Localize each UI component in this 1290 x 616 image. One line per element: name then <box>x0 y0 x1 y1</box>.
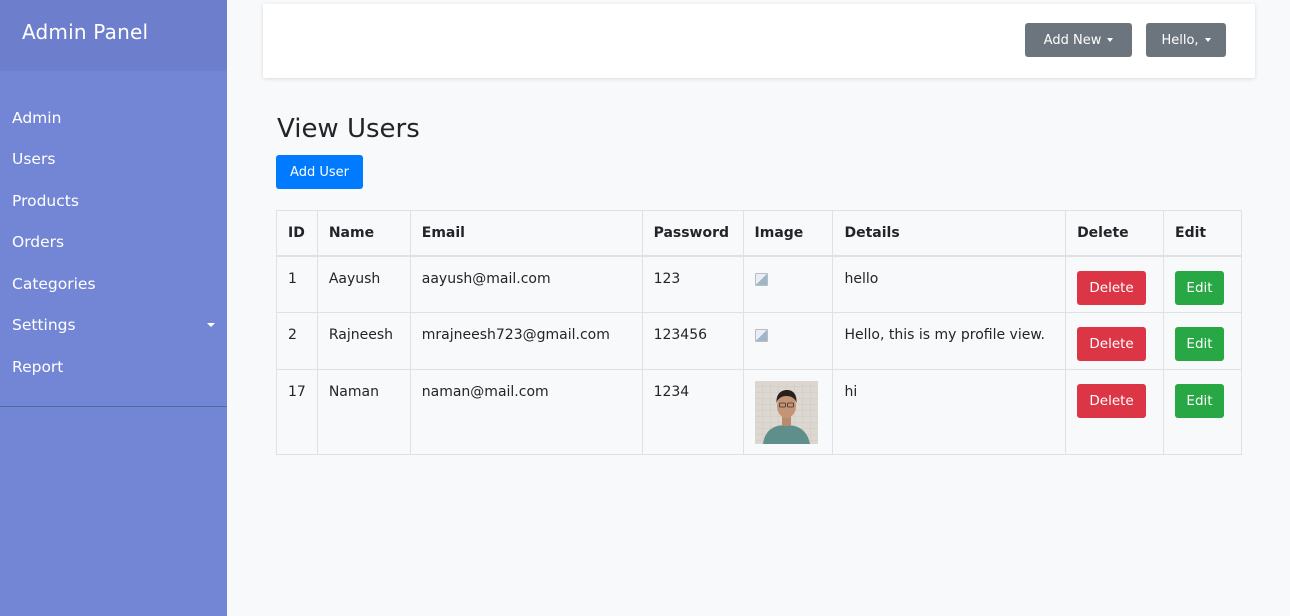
sidebar-menu: Admin Users Products Orders Categories S… <box>0 71 227 407</box>
caret-down-icon <box>207 323 215 328</box>
sidebar-item-label: Report <box>12 357 64 376</box>
cell-image <box>742 255 834 313</box>
column-header-delete: Delete <box>1065 210 1164 257</box>
sidebar-item-categories[interactable]: Categories <box>0 263 227 305</box>
column-header-details: Details <box>832 210 1067 257</box>
sidebar-item-products[interactable]: Products <box>0 180 227 222</box>
cell-name: Naman <box>316 369 411 455</box>
sidebar-item-orders[interactable]: Orders <box>0 222 227 264</box>
caret-down-icon <box>1204 38 1211 42</box>
cell-details: hi <box>832 369 1067 455</box>
sidebar-item-label: Orders <box>12 233 65 252</box>
cell-id: 1 <box>276 255 318 313</box>
column-header-image: Image <box>742 210 834 257</box>
cell-image <box>742 312 834 370</box>
broken-image-icon <box>754 272 768 286</box>
sidebar-item-label: Users <box>12 150 56 169</box>
column-header-id: ID <box>276 210 318 257</box>
sidebar-item-label: Admin <box>12 108 62 127</box>
sidebar-item-users[interactable]: Users <box>0 139 227 181</box>
sidebar: Admin Panel Admin Users Products Orders … <box>0 0 227 616</box>
cell-details: hello <box>832 255 1067 313</box>
cell-edit: Edit <box>1163 255 1242 313</box>
user-dropdown-button[interactable]: Hello, <box>1146 23 1226 57</box>
delete-button[interactable]: Delete <box>1077 384 1147 418</box>
column-header-name: Name <box>316 210 411 257</box>
table-header-row: ID Name Email Password Image Details Del… <box>276 210 1242 257</box>
cell-email: aayush@mail.com <box>409 255 643 313</box>
column-header-edit: Edit <box>1163 210 1242 257</box>
table-row: 2 Rajneesh mrajneesh723@gmail.com 123456… <box>276 312 1242 370</box>
cell-password: 123 <box>641 255 744 313</box>
page-title: View Users <box>277 114 420 144</box>
cell-delete: Delete <box>1065 255 1164 313</box>
broken-image-icon <box>754 329 768 342</box>
cell-details: Hello, this is my profile view. <box>832 312 1067 370</box>
cell-id: 17 <box>276 369 318 455</box>
sidebar-title: Admin Panel <box>0 0 227 71</box>
caret-down-icon <box>1107 38 1114 42</box>
add-new-dropdown-button[interactable]: Add New <box>1025 23 1132 57</box>
cell-edit: Edit <box>1163 312 1242 370</box>
cell-edit: Edit <box>1163 369 1242 455</box>
cell-name: Rajneesh <box>316 312 411 370</box>
sidebar-item-admin[interactable]: Admin <box>0 97 227 139</box>
add-new-label: Add New <box>1043 32 1102 48</box>
sidebar-item-report[interactable]: Report <box>0 346 227 388</box>
edit-button[interactable]: Edit <box>1175 327 1224 361</box>
delete-button[interactable]: Delete <box>1077 327 1147 361</box>
edit-button[interactable]: Edit <box>1175 270 1224 305</box>
add-user-button[interactable]: Add User <box>276 155 363 189</box>
cell-delete: Delete <box>1065 369 1164 455</box>
column-header-password: Password <box>641 210 744 257</box>
delete-button[interactable]: Delete <box>1077 270 1147 305</box>
cell-password: 1234 <box>641 369 744 455</box>
cell-image <box>742 369 834 455</box>
sidebar-item-settings[interactable]: Settings <box>0 305 227 347</box>
column-header-email: Email <box>409 210 643 257</box>
cell-delete: Delete <box>1065 312 1164 370</box>
cell-email: naman@mail.com <box>409 369 643 455</box>
table-row: 1 Aayush aayush@mail.com 123 hello Delet… <box>276 255 1242 313</box>
sidebar-item-label: Categories <box>12 274 96 293</box>
edit-button[interactable]: Edit <box>1175 384 1224 418</box>
sidebar-item-label: Products <box>12 191 79 210</box>
hello-label: Hello, <box>1161 32 1199 48</box>
users-table: ID Name Email Password Image Details Del… <box>276 210 1242 455</box>
cell-id: 2 <box>276 312 318 370</box>
user-photo <box>754 381 818 444</box>
cell-password: 123456 <box>641 312 744 370</box>
user-photo-image <box>754 381 818 444</box>
top-navbar: Add New Hello, <box>263 4 1255 78</box>
cell-name: Aayush <box>316 255 411 313</box>
table-row: 17 Naman naman@mail.com 1234 hi Delete E… <box>276 369 1242 455</box>
cell-email: mrajneesh723@gmail.com <box>409 312 643 370</box>
sidebar-item-label: Settings <box>12 316 76 335</box>
